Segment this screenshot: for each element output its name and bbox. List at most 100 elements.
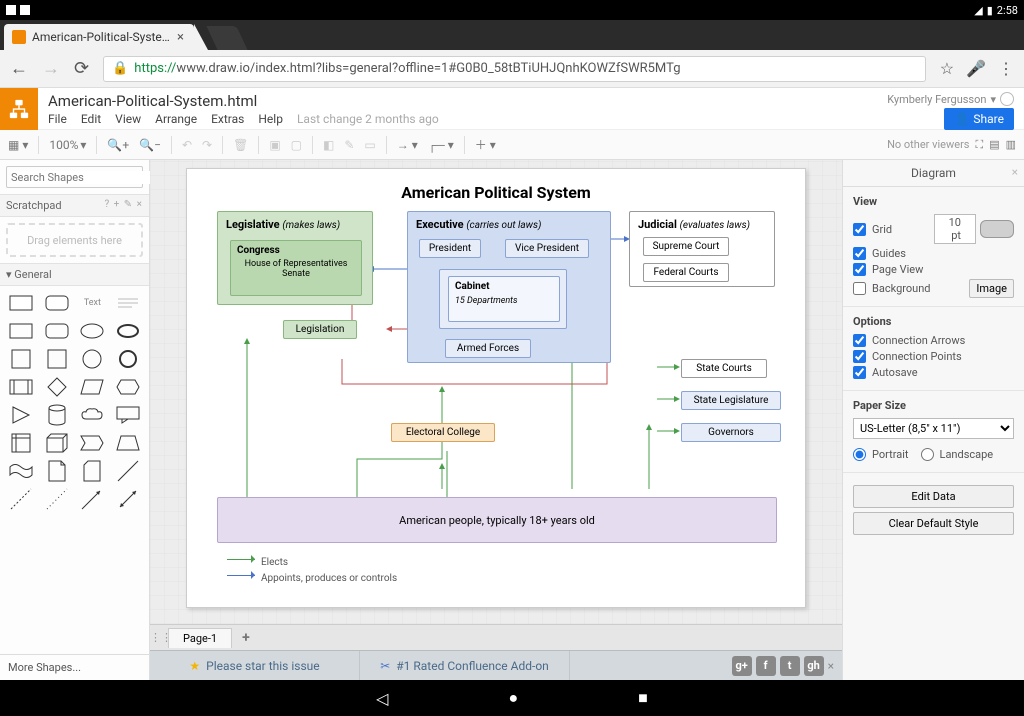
page-tab[interactable]: Page-1 bbox=[168, 628, 232, 648]
paper-size-select[interactable]: US-Letter (8,5" x 11") bbox=[853, 418, 1014, 439]
shape-cloud[interactable] bbox=[76, 402, 110, 428]
back-icon[interactable]: ◁ bbox=[376, 689, 388, 708]
shape-rect-outline[interactable] bbox=[4, 318, 38, 344]
shape-dotted-line[interactable] bbox=[40, 486, 74, 512]
add-page-button[interactable]: + bbox=[232, 627, 260, 649]
shape-diamond[interactable] bbox=[40, 374, 74, 400]
menu-help[interactable]: Help bbox=[258, 112, 283, 126]
shape-cylinder[interactable] bbox=[40, 402, 74, 428]
diagram-page[interactable]: American Political System bbox=[186, 168, 806, 608]
menu-extras[interactable]: Extras bbox=[211, 112, 244, 126]
shape-textbox[interactable] bbox=[111, 290, 145, 316]
waypoint-button[interactable]: ┌─ ▾ bbox=[428, 138, 454, 152]
fill-color-button[interactable]: ◧ bbox=[323, 138, 334, 152]
mic-icon[interactable]: 🎤 bbox=[966, 59, 986, 78]
president-node[interactable]: President bbox=[419, 239, 481, 258]
guides-checkbox[interactable]: Guides bbox=[853, 247, 1014, 260]
delete-button[interactable]: 🗑 bbox=[233, 138, 248, 152]
page-tabs-handle[interactable]: ⋮⋮ bbox=[150, 631, 166, 644]
shape-internal-storage[interactable] bbox=[4, 430, 38, 456]
shape-card[interactable] bbox=[76, 458, 110, 484]
shape-circle-bold[interactable] bbox=[111, 346, 145, 372]
menu-icon[interactable]: ⋮ bbox=[998, 59, 1014, 78]
background-checkbox[interactable]: Background bbox=[853, 282, 930, 295]
to-front-button[interactable]: ▣ bbox=[269, 138, 280, 152]
grid-checkbox[interactable]: Grid bbox=[853, 223, 892, 236]
menu-edit[interactable]: Edit bbox=[81, 112, 101, 126]
search-input[interactable] bbox=[11, 171, 151, 184]
shape-square2[interactable] bbox=[40, 346, 74, 372]
shape-text[interactable]: Text bbox=[76, 290, 110, 316]
forward-button[interactable]: → bbox=[42, 58, 60, 79]
clear-default-style-button[interactable]: Clear Default Style bbox=[853, 512, 1014, 535]
menu-file[interactable]: File bbox=[48, 112, 67, 126]
vice-president-node[interactable]: Vice President bbox=[505, 239, 589, 258]
facebook-icon[interactable]: f bbox=[756, 656, 776, 676]
promo-star-issue[interactable]: ★ Please star this issue bbox=[150, 651, 360, 680]
recent-icon[interactable]: ■ bbox=[638, 688, 648, 708]
state-courts-node[interactable]: State Courts bbox=[681, 359, 767, 378]
reload-button[interactable]: ⟳ bbox=[74, 58, 89, 79]
close-icon[interactable]: × bbox=[177, 30, 184, 45]
shape-rect[interactable] bbox=[4, 290, 38, 316]
share-button[interactable]: 👤 Share bbox=[944, 108, 1014, 130]
shape-line[interactable] bbox=[111, 458, 145, 484]
connection-points-checkbox[interactable]: Connection Points bbox=[853, 350, 1014, 363]
shape-ellipse-bold[interactable] bbox=[111, 318, 145, 344]
shape-hexagon[interactable] bbox=[111, 374, 145, 400]
redo-button[interactable]: ↷ bbox=[202, 138, 212, 152]
congress-node[interactable]: Congress House of Representatives Senate bbox=[230, 240, 362, 296]
edit-data-button[interactable]: Edit Data bbox=[853, 485, 1014, 508]
github-icon[interactable]: gh bbox=[804, 656, 824, 676]
supreme-court-node[interactable]: Supreme Court bbox=[643, 237, 729, 256]
scratchpad-header[interactable]: Scratchpad? + ✎ × bbox=[0, 194, 149, 217]
shape-ellipse[interactable] bbox=[76, 318, 110, 344]
shape-roundrect-outline[interactable] bbox=[40, 318, 74, 344]
document-title[interactable]: American-Political-System.html bbox=[48, 92, 877, 110]
legislative-branch[interactable]: Legislative (makes laws) Congress House … bbox=[217, 211, 373, 305]
shape-dashed-line[interactable] bbox=[4, 486, 38, 512]
shape-tape[interactable] bbox=[4, 458, 38, 484]
landscape-radio[interactable]: Landscape bbox=[921, 448, 994, 461]
menu-arrange[interactable]: Arrange bbox=[155, 112, 197, 126]
insert-button[interactable]: ＋ ▾ bbox=[475, 136, 496, 153]
zoom-out-button[interactable]: 🔍− bbox=[139, 138, 161, 152]
background-image-button[interactable]: Image bbox=[969, 279, 1014, 298]
googleplus-icon[interactable]: g+ bbox=[732, 656, 752, 676]
menu-view[interactable]: View bbox=[115, 112, 141, 126]
shape-arrow[interactable] bbox=[76, 486, 110, 512]
new-tab-button[interactable] bbox=[206, 26, 247, 50]
page-view-checkbox[interactable]: Page View bbox=[853, 263, 1014, 276]
shape-parallelogram[interactable] bbox=[76, 374, 110, 400]
shape-step[interactable] bbox=[76, 430, 110, 456]
format-panel-icon[interactable]: ▤ bbox=[989, 138, 999, 151]
close-icon[interactable]: × bbox=[828, 659, 834, 673]
back-button[interactable]: ← bbox=[10, 58, 28, 79]
scratchpad-dropzone[interactable]: Drag elements here bbox=[6, 223, 143, 257]
shape-biarrow[interactable] bbox=[111, 486, 145, 512]
view-mode-button[interactable]: ▦ ▾ bbox=[8, 138, 28, 152]
zoom-in-button[interactable]: 🔍+ bbox=[107, 138, 129, 152]
shape-note[interactable] bbox=[40, 458, 74, 484]
shape-cube[interactable] bbox=[40, 430, 74, 456]
connection-arrows-checkbox[interactable]: Connection Arrows bbox=[853, 334, 1014, 347]
current-user[interactable]: Kymberly Fergusson▾ bbox=[887, 92, 1014, 106]
address-input[interactable]: 🔒 https://www.draw.io/index.html?libs=ge… bbox=[103, 56, 926, 82]
portrait-radio[interactable]: Portrait bbox=[853, 448, 909, 461]
shape-triangle[interactable] bbox=[4, 402, 38, 428]
american-people-node[interactable]: American people, typically 18+ years old bbox=[217, 497, 777, 543]
browser-tab[interactable]: American-Political-System.h × bbox=[4, 24, 194, 50]
more-shapes-button[interactable]: More Shapes... bbox=[0, 654, 149, 680]
shape-square[interactable] bbox=[4, 346, 38, 372]
shape-callout[interactable] bbox=[111, 402, 145, 428]
promo-confluence[interactable]: ✂ #1 Rated Confluence Add-on bbox=[360, 651, 570, 680]
shape-trapezoid[interactable] bbox=[111, 430, 145, 456]
zoom-level[interactable]: 100% ▾ bbox=[49, 138, 86, 152]
twitter-icon[interactable]: t bbox=[780, 656, 800, 676]
star-icon[interactable]: ☆ bbox=[940, 59, 954, 78]
general-header[interactable]: ▾ General bbox=[0, 263, 149, 286]
armed-forces-node[interactable]: Armed Forces bbox=[445, 339, 531, 358]
close-icon[interactable]: × bbox=[1012, 165, 1018, 179]
shape-roundrect[interactable] bbox=[40, 290, 74, 316]
state-legislature-node[interactable]: State Legislature bbox=[681, 391, 781, 410]
